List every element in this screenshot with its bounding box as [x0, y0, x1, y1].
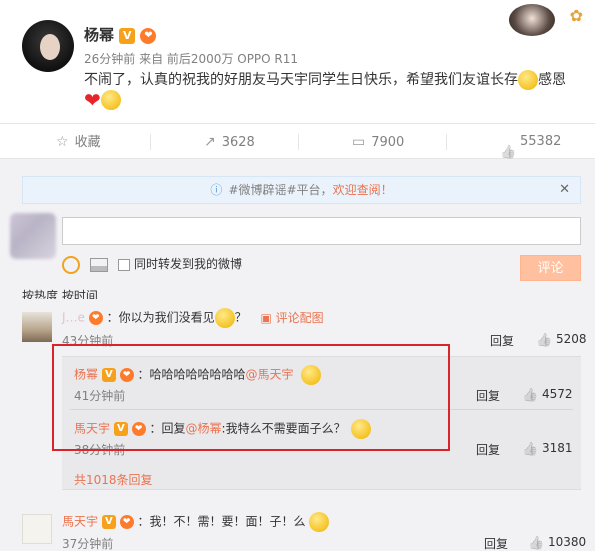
- member-heart-icon: ❤: [119, 515, 134, 529]
- info-icon: ⓘ: [210, 183, 223, 197]
- heart-emoji-icon: ❤: [84, 88, 101, 112]
- post-meta: 26分钟前 来自 前后2000万 OPPO R11: [84, 52, 299, 66]
- post-content: 不闹了，认真的祝我的好朋友马天宇同学生日快乐，希望我们友谊长存 感恩 ❤: [84, 70, 584, 110]
- comment-sort-tabs[interactable]: 按热度 按时间: [22, 287, 98, 299]
- close-icon[interactable]: ✕: [559, 177, 570, 203]
- reply-like-button[interactable]: 4572: [522, 387, 573, 402]
- smile-emoji-icon: [214, 308, 235, 328]
- author-avatar[interactable]: [22, 20, 74, 72]
- comment-time: 37分钟前: [62, 537, 114, 551]
- decoration-icon: ✿: [569, 6, 583, 25]
- highlight-annotation: [52, 344, 450, 451]
- favorite-label: 收藏: [74, 135, 101, 150]
- post-author[interactable]: 杨幂 V ❤: [84, 24, 157, 45]
- emoji-picker-icon[interactable]: [62, 255, 80, 274]
- comment-item: J…e ❤ ：你以为我们没看见 ？ ▣ 评论配图: [62, 308, 324, 328]
- thumbs-up-icon: [528, 536, 542, 550]
- comment-count: 7900: [371, 135, 405, 150]
- thumbs-up-icon: [522, 388, 536, 402]
- comment-input[interactable]: [62, 217, 581, 245]
- comment-text: ：你以为我们没看见: [106, 310, 215, 325]
- comment-panel: ⓘ #微博辟谣#平台，欢迎查阅！ ✕ 同时转发到我的微博 评论 按热度 按时间 J…: [0, 159, 595, 551]
- corner-avatar: [509, 4, 555, 36]
- commenter-avatar[interactable]: [22, 514, 52, 544]
- repost-button[interactable]: ↗ 3628: [204, 124, 255, 160]
- repost-checkbox[interactable]: [118, 258, 130, 271]
- repost-checkbox-label: 同时转发到我的微博: [134, 257, 243, 271]
- member-heart-icon: ❤: [140, 27, 157, 44]
- blush-emoji-icon: [100, 90, 121, 110]
- post-action-bar: ☆ 收藏 ↗ 3628 ▭ 7900 55382: [0, 123, 595, 159]
- more-replies-link[interactable]: 共1018条回复: [74, 471, 153, 488]
- notice-text: #微博辟谣#平台，: [228, 183, 333, 197]
- commenter-name[interactable]: 馬天宇: [62, 515, 98, 529]
- comment-button[interactable]: ▭ 7900: [352, 124, 404, 160]
- repost-count: 3628: [221, 135, 255, 150]
- thumbs-up-icon: [500, 135, 514, 149]
- submit-comment-button[interactable]: 评论: [520, 255, 581, 281]
- composer-tools: 同时转发到我的微博: [62, 255, 242, 274]
- reply-button[interactable]: 回复: [476, 441, 500, 458]
- comment-text-tail: ？: [234, 310, 247, 325]
- member-heart-icon: ❤: [88, 311, 103, 325]
- my-avatar: [10, 213, 56, 259]
- picture-icon: ▣: [260, 310, 276, 325]
- post-text-tail: 感恩: [538, 72, 566, 88]
- author-name[interactable]: 杨幂: [84, 26, 114, 44]
- favorite-button[interactable]: ☆ 收藏: [56, 124, 101, 160]
- rumor-notice: ⓘ #微博辟谣#平台，欢迎查阅！ ✕: [22, 176, 581, 204]
- comment-text: ：我！不！需！要！面！子！么: [137, 514, 306, 529]
- notice-link[interactable]: 欢迎查阅！: [333, 183, 393, 197]
- smile-emoji-icon: [518, 70, 538, 90]
- comment-picture-link[interactable]: ▣ 评论配图: [260, 311, 323, 325]
- comment-icon: ▭: [352, 134, 366, 150]
- like-count: 55382: [520, 134, 562, 149]
- star-icon: ☆: [56, 134, 69, 150]
- reply-button[interactable]: 回复: [490, 332, 514, 349]
- comment-like-button[interactable]: 10380: [528, 535, 586, 550]
- weibo-post: 杨幂 V ❤ 26分钟前 来自 前后2000万 OPPO R11 不闹了，认真的…: [0, 0, 595, 123]
- reply-like-button[interactable]: 3181: [522, 441, 573, 456]
- comment-like-button[interactable]: 5208: [536, 332, 587, 347]
- image-upload-icon[interactable]: [90, 257, 108, 272]
- post-text: 不闹了，认真的祝我的好朋友马天宇同学生日快乐，希望我们友谊长存: [84, 72, 518, 88]
- commenter-avatar[interactable]: [22, 312, 52, 342]
- thumbs-up-icon: [536, 333, 550, 347]
- verified-v-icon: V: [101, 515, 116, 529]
- comment-item: 馬天宇 V ❤ ：我！不！需！要！面！子！么: [62, 512, 330, 532]
- verified-v-icon: V: [119, 27, 136, 44]
- reply-button[interactable]: 回复: [476, 387, 500, 404]
- repost-icon: ↗: [204, 134, 216, 150]
- crying-emoji-icon: [309, 512, 330, 532]
- commenter-name[interactable]: J…e: [62, 311, 85, 325]
- thumbs-up-icon: [522, 442, 536, 456]
- like-button[interactable]: 55382: [500, 124, 561, 160]
- reply-button[interactable]: 回复: [484, 535, 508, 551]
